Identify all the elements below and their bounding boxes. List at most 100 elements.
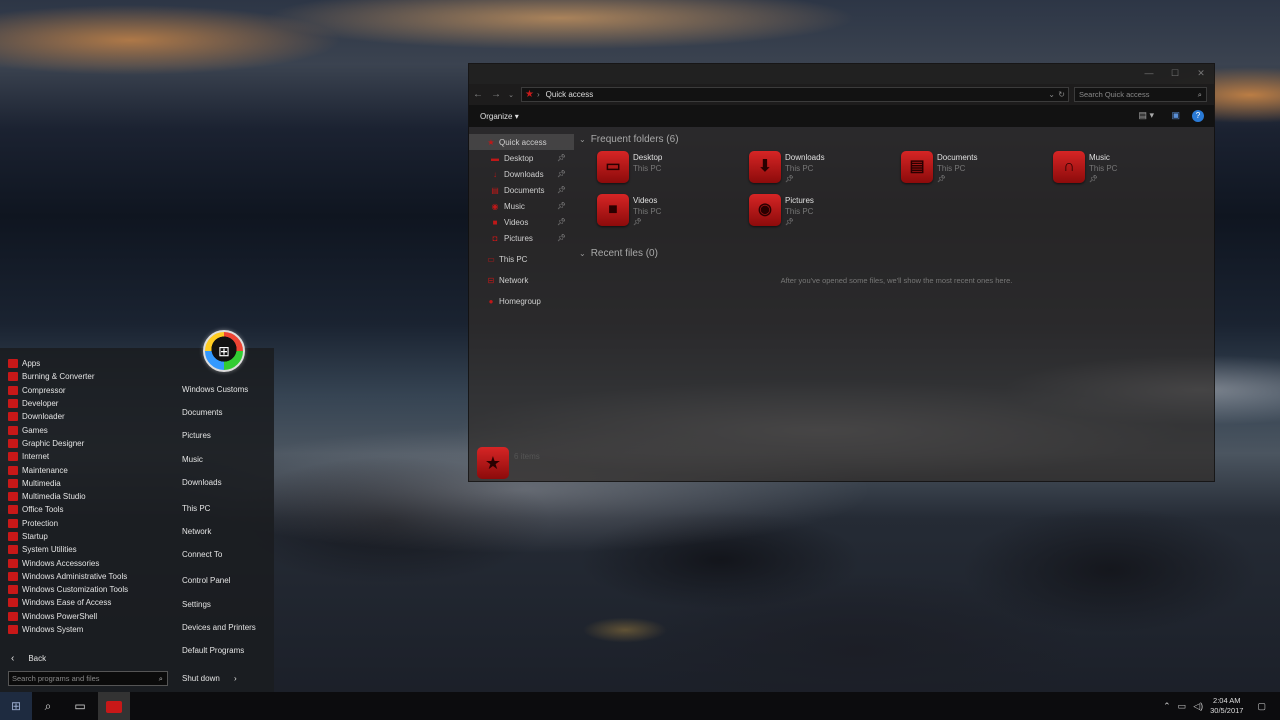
taskbar-search-button[interactable]: ⌕ <box>32 692 64 720</box>
back-button[interactable]: ‹ Back <box>11 653 46 664</box>
folder-icon <box>8 385 18 395</box>
start-search-input[interactable]: Search programs and files ⌕ <box>8 671 168 686</box>
program-folder-downloader[interactable]: Downloader <box>8 410 128 423</box>
program-folder-graphic-designer[interactable]: Graphic Designer <box>8 437 128 450</box>
network-icon[interactable]: ▭ <box>1178 701 1187 712</box>
link-connect-to[interactable]: Connect To <box>182 550 222 559</box>
pin-icon[interactable]: 📌︎ <box>557 170 566 178</box>
recent-files-header[interactable]: ⌄ Recent files (0) <box>579 246 658 260</box>
search-placeholder: Search Quick access <box>1079 90 1150 99</box>
link-music[interactable]: Music <box>182 455 203 464</box>
folder-tile-desktop[interactable]: ▭ Desktop This PC <box>597 151 747 189</box>
program-folder-windows-customization[interactable]: Windows Customization Tools <box>8 583 128 596</box>
shutdown-button[interactable]: Shut down › <box>182 674 237 683</box>
link-windows-customs[interactable]: Windows Customs <box>182 385 248 394</box>
program-folder-multimedia-studio[interactable]: Multimedia Studio <box>8 490 128 503</box>
organize-label: Organize <box>480 111 513 121</box>
program-label: Apps <box>22 359 41 369</box>
volume-icon[interactable]: ◁) <box>1193 701 1203 712</box>
taskbar-file-explorer[interactable] <box>98 692 130 720</box>
nav-item-music[interactable]: ◉ Music 📌︎ <box>469 198 574 214</box>
link-devices-printers[interactable]: Devices and Printers <box>182 623 256 632</box>
link-settings[interactable]: Settings <box>182 600 211 609</box>
windows-orb-icon[interactable]: ⊞ <box>203 330 245 372</box>
program-folder-office-tools[interactable]: Office Tools <box>8 503 128 516</box>
link-network[interactable]: Network <box>182 527 211 536</box>
minimize-icon[interactable]: — <box>1136 64 1162 84</box>
program-label: Windows Customization Tools <box>22 585 129 595</box>
nav-label: Network <box>499 275 529 285</box>
recent-locations-icon[interactable]: ⌄ <box>505 91 517 99</box>
video-icon: ■ <box>492 217 498 227</box>
folder-tile-documents[interactable]: ▤ Documents This PC 📌︎ <box>901 151 1051 189</box>
link-default-programs[interactable]: Default Programs <box>182 646 244 655</box>
link-downloads[interactable]: Downloads <box>182 478 222 487</box>
program-folder-burning[interactable]: Burning & Converter <box>8 370 128 383</box>
program-folder-windows-ease-of-access[interactable]: Windows Ease of Access <box>8 596 128 609</box>
video-icon: ■ <box>597 194 629 226</box>
program-folder-compressor[interactable]: Compressor <box>8 384 128 397</box>
program-folder-system-utilities[interactable]: System Utilities <box>8 543 128 556</box>
start-menu: Apps Burning & Converter Compressor Deve… <box>0 348 274 692</box>
help-icon[interactable]: ? <box>1192 110 1204 122</box>
preview-pane-icon[interactable]: ▣ <box>1171 110 1180 121</box>
pin-icon[interactable]: 📌︎ <box>557 234 566 242</box>
pin-icon[interactable]: 📌︎ <box>557 154 566 162</box>
notifications-icon[interactable]: ▢ <box>1257 701 1266 712</box>
link-this-pc[interactable]: This PC <box>182 504 210 513</box>
program-label: Developer <box>22 399 59 409</box>
nav-item-this-pc[interactable]: ▭ This PC <box>469 251 574 267</box>
chevron-right-icon[interactable]: › <box>234 674 237 683</box>
pin-icon[interactable]: 📌︎ <box>557 186 566 194</box>
program-folder-developer[interactable]: Developer <box>8 397 128 410</box>
nav-item-videos[interactable]: ■ Videos 📌︎ <box>469 214 574 230</box>
start-button[interactable]: ⊞ <box>0 692 32 720</box>
folder-tile-downloads[interactable]: ⬇ Downloads This PC 📌︎ <box>749 151 899 189</box>
organize-button[interactable]: Organize ▾ <box>480 112 519 121</box>
program-folder-internet[interactable]: Internet <box>8 450 128 463</box>
nav-item-homegroup[interactable]: ● Homegroup <box>469 293 574 309</box>
search-input[interactable]: Search Quick access ⌕ <box>1074 87 1207 102</box>
program-folder-multimedia[interactable]: Multimedia <box>8 477 128 490</box>
forward-arrow-icon[interactable]: → <box>487 89 505 100</box>
program-folder-startup[interactable]: Startup <box>8 530 128 543</box>
program-folder-games[interactable]: Games <box>8 423 128 436</box>
nav-item-documents[interactable]: ▤ Documents 📌︎ <box>469 182 574 198</box>
program-folder-windows-powershell[interactable]: Windows PowerShell <box>8 610 128 623</box>
refresh-icon[interactable]: ↻ <box>1058 90 1065 99</box>
folder-icon <box>8 625 18 635</box>
nav-item-quick-access[interactable]: ★ Quick access <box>469 134 574 150</box>
nav-item-network[interactable]: ⊟ Network <box>469 272 574 288</box>
link-pictures[interactable]: Pictures <box>182 431 211 440</box>
folder-tile-music[interactable]: ∩ Music This PC 📌︎ <box>1053 151 1203 189</box>
program-folder-windows-system[interactable]: Windows System <box>8 623 128 636</box>
nav-item-pictures[interactable]: ◘ Pictures 📌︎ <box>469 230 574 246</box>
link-documents[interactable]: Documents <box>182 408 222 417</box>
folder-tile-videos[interactable]: ■ Videos This PC 📌︎ <box>597 194 747 232</box>
nav-item-downloads[interactable]: ↓ Downloads 📌︎ <box>469 166 574 182</box>
program-label: Office Tools <box>22 505 64 515</box>
clock[interactable]: 2:04 AM 30/5/2017 <box>1210 696 1243 716</box>
program-label: Burning & Converter <box>22 372 95 382</box>
pin-icon[interactable]: 📌︎ <box>557 218 566 226</box>
program-folder-maintenance[interactable]: Maintenance <box>8 463 128 476</box>
view-options-icon[interactable]: ▤ ▾ <box>1138 110 1154 121</box>
maximize-icon[interactable]: ☐ <box>1162 64 1188 84</box>
chevron-down-icon[interactable]: ⌄ <box>1048 90 1055 99</box>
task-view-button[interactable]: ▭ <box>64 692 96 720</box>
program-folder-windows-accessories[interactable]: Windows Accessories <box>8 556 128 569</box>
frequent-folders-header[interactable]: ⌄ Frequent folders (6) <box>579 132 679 146</box>
program-folder-windows-admin-tools[interactable]: Windows Administrative Tools <box>8 570 128 583</box>
program-folder-protection[interactable]: Protection <box>8 517 128 530</box>
close-icon[interactable]: ✕ <box>1188 64 1214 84</box>
folder-tile-pictures[interactable]: ◉ Pictures This PC 📌︎ <box>749 194 899 232</box>
back-arrow-icon[interactable]: ← <box>469 89 487 100</box>
link-control-panel[interactable]: Control Panel <box>182 576 230 585</box>
title-bar[interactable]: — ☐ ✕ <box>469 64 1214 84</box>
chevron-up-icon[interactable]: ⌃ <box>1163 701 1171 712</box>
camera-icon: ◉ <box>749 194 781 226</box>
pin-icon[interactable]: 📌︎ <box>557 202 566 210</box>
address-bar[interactable]: ★ › Quick access ⌄ ↻ <box>521 87 1069 102</box>
nav-item-desktop[interactable]: ▬ Desktop 📌︎ <box>469 150 574 166</box>
program-folder-apps[interactable]: Apps <box>8 357 128 370</box>
